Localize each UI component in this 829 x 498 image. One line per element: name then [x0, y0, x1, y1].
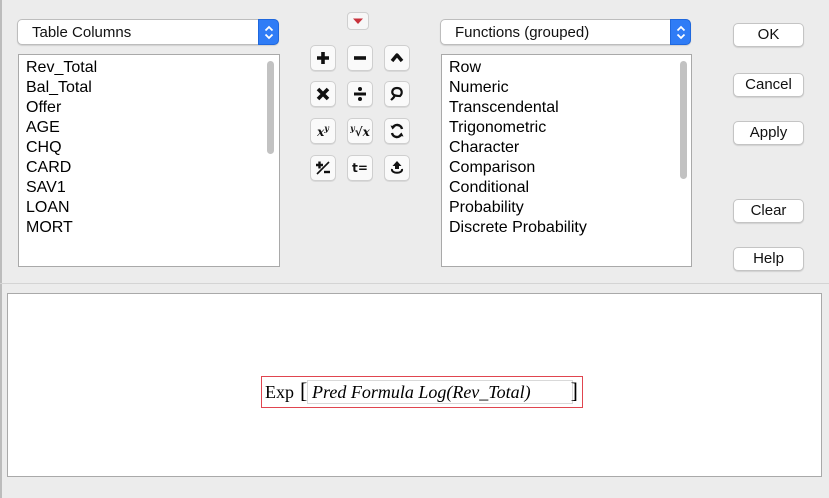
list-item[interactable]: CHQ	[19, 138, 97, 158]
window-border	[0, 0, 2, 498]
table-columns-select[interactable]: Table Columns	[17, 19, 279, 45]
list-item[interactable]: Row	[442, 58, 587, 78]
apply-button[interactable]: Apply	[733, 121, 804, 145]
caret-up-icon	[390, 53, 404, 63]
list-item[interactable]: MORT	[19, 218, 97, 238]
list-item[interactable]: LOAN	[19, 198, 97, 218]
select-stepper-icon	[258, 19, 279, 45]
cancel-button[interactable]: Cancel	[733, 73, 804, 97]
table-columns-select-label: Table Columns	[32, 24, 132, 41]
lasso-button[interactable]	[384, 81, 410, 107]
multiply-icon	[316, 87, 330, 101]
right-bracket: ]	[570, 378, 578, 403]
plus-button[interactable]	[310, 45, 336, 71]
list-item[interactable]: Offer	[19, 98, 97, 118]
assign-icon: t=	[352, 161, 368, 175]
functions-select-label: Functions (grouped)	[455, 24, 590, 41]
formula-editor-area[interactable]: Exp [ Pred Formula Log(Rev_Total) ]	[7, 293, 822, 477]
list-item[interactable]: Numeric	[442, 78, 587, 98]
minus-button[interactable]	[347, 45, 373, 71]
formula-argument[interactable]: Pred Formula Log(Rev_Total)	[312, 382, 531, 403]
lasso-icon	[390, 86, 403, 101]
columns-scrollbar[interactable]	[267, 61, 274, 154]
list-item[interactable]: Transcendental	[442, 98, 587, 118]
swap-icon	[390, 123, 404, 139]
plus-icon	[317, 52, 329, 64]
list-item[interactable]: Trigonometric	[442, 118, 587, 138]
functions-scrollbar[interactable]	[680, 61, 687, 179]
help-button[interactable]: Help	[733, 247, 804, 271]
menu-triangle-icon	[353, 18, 363, 24]
list-item[interactable]: Character	[442, 138, 587, 158]
columns-list[interactable]: Rev_Total Bal_Total Offer AGE CHQ CARD S…	[18, 54, 280, 267]
minus-icon	[354, 56, 366, 60]
list-item[interactable]: CARD	[19, 158, 97, 178]
list-item[interactable]: Probability	[442, 198, 587, 218]
swap-button[interactable]	[384, 118, 410, 144]
list-item[interactable]: AGE	[19, 118, 97, 138]
ok-button[interactable]: OK	[733, 23, 804, 47]
power-icon: xy	[317, 123, 329, 139]
clear-button[interactable]: Clear	[733, 199, 804, 223]
multiply-button[interactable]	[310, 81, 336, 107]
list-item[interactable]: Comparison	[442, 158, 587, 178]
operator-menu-button[interactable]	[347, 12, 369, 30]
peel-icon	[391, 161, 403, 174]
power-button[interactable]: xy	[310, 118, 336, 144]
list-item[interactable]: Rev_Total	[19, 58, 97, 78]
caret-up-button[interactable]	[384, 45, 410, 71]
list-item[interactable]: Discrete Probability	[442, 218, 587, 238]
functions-select[interactable]: Functions (grouped)	[440, 19, 691, 45]
select-stepper-icon	[670, 19, 691, 45]
list-item[interactable]: Bal_Total	[19, 78, 97, 98]
assign-button[interactable]: t=	[347, 155, 373, 181]
peel-button[interactable]	[384, 155, 410, 181]
formula-function-name[interactable]: Exp	[265, 382, 294, 403]
list-item[interactable]: SAV1	[19, 178, 97, 198]
formula-expression[interactable]: Exp [ Pred Formula Log(Rev_Total) ]	[261, 376, 583, 408]
root-icon: y√x	[350, 123, 370, 139]
list-item[interactable]: Conditional	[442, 178, 587, 198]
divider	[0, 283, 829, 284]
functions-list[interactable]: Row Numeric Transcendental Trigonometric…	[441, 54, 692, 267]
plus-minus-icon	[316, 161, 330, 175]
formula-editor-window: Table Columns Rev_Total Bal_Total Offer …	[0, 0, 829, 498]
root-button[interactable]: y√x	[347, 118, 373, 144]
divide-icon	[354, 87, 366, 101]
divide-button[interactable]	[347, 81, 373, 107]
plus-minus-button[interactable]	[310, 155, 336, 181]
